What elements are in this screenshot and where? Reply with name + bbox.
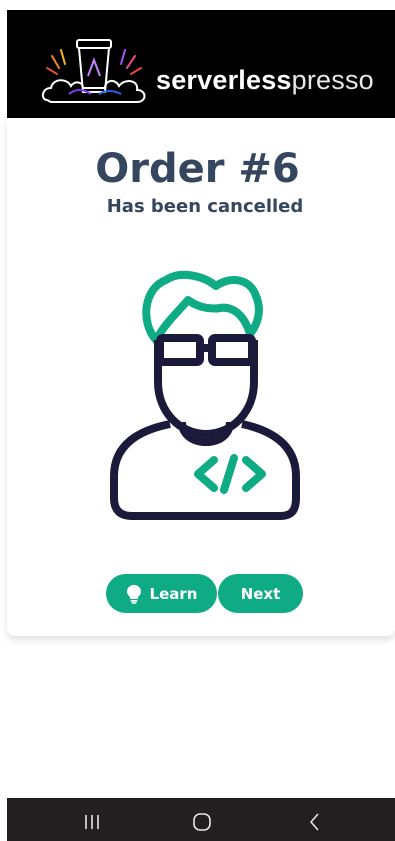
next-button[interactable]: Next [218, 574, 303, 613]
recents-icon[interactable] [80, 812, 104, 832]
order-status-text: Has been cancelled [106, 196, 304, 217]
brand-name-bold: serverless [156, 65, 292, 95]
serverlesspresso-logo-icon [41, 39, 146, 103]
brand-name-light: presso [291, 65, 374, 95]
next-button-label: Next [240, 584, 281, 603]
lightbulb-icon [126, 584, 141, 604]
system-navigation-bar [7, 798, 395, 841]
developer-avatar-icon [110, 270, 300, 520]
learn-button-label: Learn [149, 584, 198, 603]
order-title: Order #6 [95, 146, 300, 192]
brand-name: serverlesspresso [156, 65, 374, 95]
home-icon[interactable] [190, 812, 214, 832]
learn-button[interactable]: Learn [106, 574, 217, 613]
app-header: serverlesspresso [7, 10, 395, 118]
back-icon[interactable] [303, 812, 327, 832]
